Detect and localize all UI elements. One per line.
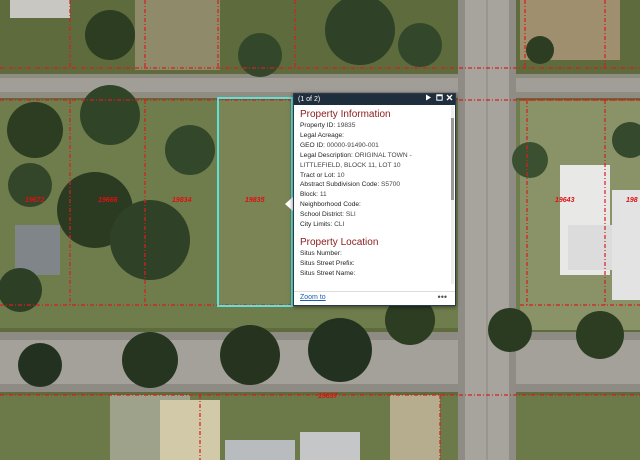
attr-geo-id: GEO ID: 00000-91490-001 xyxy=(300,141,379,149)
popup-footer: Zoom to ••• xyxy=(294,291,455,305)
parcel-label-19672: 19672 xyxy=(25,197,45,204)
attr-school-district: School District: SLI xyxy=(300,211,356,219)
attr-property-id: Property ID: 19835 xyxy=(300,122,356,129)
feature-popup: (1 of 2) Property Information Property I… xyxy=(293,93,456,306)
parcel-label-19643: 19643 xyxy=(555,197,575,204)
attr-abstract-subdivision-code: Abstract Subdivision Code: S5700 xyxy=(300,181,401,189)
parcel-label-198: 198 xyxy=(626,197,638,204)
attr-tract-or-lot: Tract or Lot: 10 xyxy=(300,171,345,179)
attr-situs-number: Situs Number: xyxy=(300,249,342,257)
popup-body[interactable]: Property Information Property ID: 19835 … xyxy=(294,105,455,291)
maximize-icon[interactable] xyxy=(434,94,444,105)
play-next-icon[interactable] xyxy=(423,94,433,105)
more-options-button[interactable]: ••• xyxy=(438,292,447,302)
zoom-to-link[interactable]: Zoom to xyxy=(300,294,326,301)
attr-block: Block: 11 xyxy=(300,191,327,199)
parcel-label-19666: 19666 xyxy=(98,197,118,204)
attr-legal-acreage: Legal Acreage: xyxy=(300,131,344,139)
popup-header: (1 of 2) xyxy=(294,94,455,105)
popup-counter: (1 of 2) xyxy=(298,96,321,103)
close-icon[interactable] xyxy=(444,94,454,105)
attr-situs-street-prefix: Situs Street Prefix: xyxy=(300,259,355,267)
parcel-label-19834: 19834 xyxy=(172,197,192,204)
popup-scrollbar-thumb[interactable] xyxy=(451,118,454,200)
attr-neighborhood-code: Neighborhood Code: xyxy=(300,201,361,209)
parcel-label-19837: 19837 xyxy=(318,393,338,400)
attr-city-limits: City Limits: CLI xyxy=(300,221,345,229)
parcel-label-19835: 19835 xyxy=(245,197,265,204)
attr-situs-street-name: Situs Street Name: xyxy=(300,269,356,277)
attr-legal-description: Legal Description: ORIGINAL TOWN - LITTL… xyxy=(300,151,412,169)
section-title-property-location: Property Location xyxy=(300,236,379,248)
section-title-property-information: Property Information xyxy=(300,109,391,120)
